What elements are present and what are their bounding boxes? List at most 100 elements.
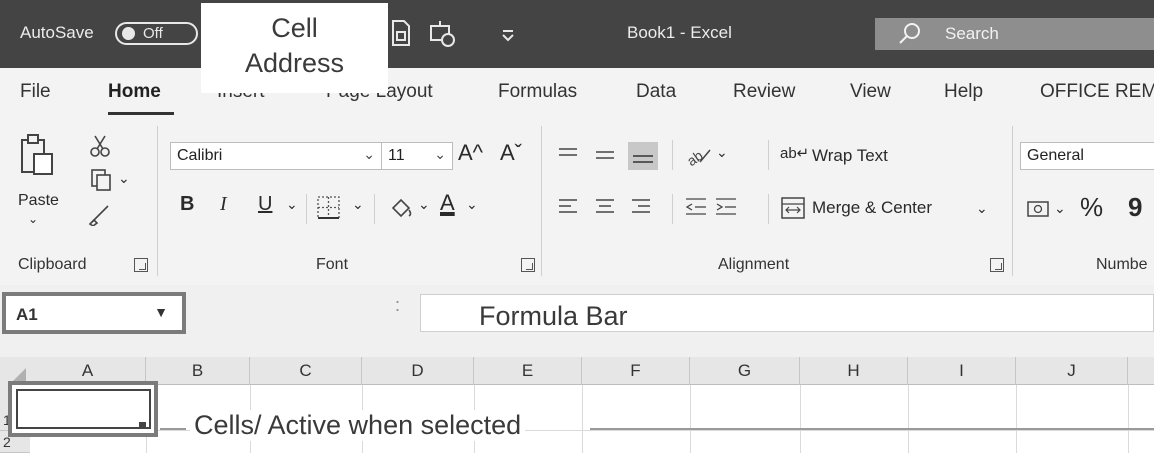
group-divider — [157, 126, 158, 276]
autosave-toggle[interactable]: Off — [115, 22, 198, 45]
font-color-button[interactable]: A — [440, 190, 455, 216]
copy-icon[interactable] — [90, 168, 114, 192]
column-header[interactable]: E — [474, 357, 582, 385]
tab-file[interactable]: File — [20, 81, 51, 103]
search-icon — [899, 23, 920, 44]
column-header[interactable]: D — [362, 357, 474, 385]
orientation-icon[interactable]: ab — [684, 140, 714, 168]
annotation-leader-line — [590, 428, 1154, 430]
paste-dropdown-icon[interactable]: ⌄ — [28, 212, 38, 226]
customize-toolbar-icon[interactable] — [500, 18, 516, 48]
toolbar-divider — [768, 140, 769, 170]
gridline — [690, 385, 691, 453]
toggle-knob — [122, 27, 135, 40]
title-bar: AutoSave Off Book1 - Excel Search — [0, 0, 1154, 68]
font-launcher-icon[interactable] — [521, 258, 535, 272]
font-name-select[interactable]: Calibri ⌄ — [170, 142, 382, 170]
fill-color-dropdown-icon[interactable]: ⌄ — [418, 196, 430, 213]
increase-font-button[interactable]: A^ — [458, 140, 483, 166]
column-header[interactable]: F — [582, 357, 690, 385]
cell-selection-border — [16, 389, 151, 429]
cut-icon[interactable] — [88, 134, 112, 158]
align-center-icon[interactable] — [594, 196, 616, 218]
number-format-value: General — [1027, 147, 1084, 164]
column-header[interactable]: J — [1016, 357, 1128, 385]
align-bottom-button[interactable] — [628, 142, 658, 170]
autosave-state: Off — [143, 25, 163, 42]
alignment-group-label: Alignment — [718, 256, 790, 273]
paste-icon[interactable] — [18, 130, 54, 190]
column-header[interactable]: G — [690, 357, 800, 385]
active-tab-indicator — [108, 112, 174, 115]
font-name-value: Calibri — [177, 147, 223, 164]
toolbar-divider — [374, 194, 375, 224]
fill-handle[interactable] — [139, 422, 146, 429]
wrap-text-button[interactable]: Wrap Text — [812, 146, 888, 166]
tab-view[interactable]: View — [850, 81, 891, 103]
align-bottom-icon — [633, 155, 653, 163]
tab-home[interactable]: Home — [108, 81, 161, 103]
number-format-select[interactable]: General — [1020, 142, 1154, 170]
tab-review[interactable]: Review — [733, 81, 795, 103]
paste-label[interactable]: Paste — [18, 192, 59, 210]
percent-button[interactable]: % — [1080, 192, 1103, 223]
column-header[interactable]: I — [908, 357, 1016, 385]
orientation-dropdown-icon[interactable]: ⌄ — [716, 144, 728, 161]
tab-formulas[interactable]: Formulas — [498, 81, 577, 103]
alignment-launcher-icon[interactable] — [990, 258, 1004, 272]
bold-button[interactable]: B — [180, 193, 194, 216]
name-box-value: A1 — [16, 305, 38, 324]
formula-bar[interactable]: Formula Bar — [420, 294, 1154, 332]
ribbon: Paste ⌄ ⌄ Clipboard Calibri ⌄ 11 ⌄ A^ Aˇ… — [0, 120, 1154, 285]
format-painter-icon[interactable] — [88, 202, 114, 226]
formula-separator-icon: : — [395, 295, 401, 315]
italic-button[interactable]: I — [220, 193, 227, 216]
borders-icon[interactable] — [315, 194, 343, 222]
chevron-down-icon: ⌄ — [363, 146, 375, 162]
align-right-icon[interactable] — [630, 196, 652, 218]
active-cell-a1[interactable] — [8, 381, 158, 437]
wrap-text-icon: ab↵ — [780, 145, 810, 162]
comma-style-button[interactable]: 9 — [1128, 192, 1142, 223]
search-box[interactable]: Search — [875, 18, 1154, 50]
align-top-icon[interactable] — [557, 144, 579, 166]
borders-dropdown-icon[interactable]: ⌄ — [352, 196, 364, 213]
cell-address-annotation: Cell Address — [201, 3, 388, 93]
document-title: Book1 - Excel — [627, 23, 732, 42]
touch-mode-icon[interactable] — [428, 18, 458, 48]
decrease-indent-icon[interactable] — [684, 196, 708, 218]
name-box[interactable]: A1 ▼ — [2, 292, 186, 334]
merge-center-button[interactable]: Merge & Center — [812, 198, 932, 218]
font-color-dropdown-icon[interactable]: ⌄ — [466, 196, 478, 213]
accounting-format-icon[interactable] — [1026, 198, 1052, 220]
clipboard-launcher-icon[interactable] — [134, 258, 148, 272]
tab-data[interactable]: Data — [636, 81, 676, 103]
tab-office-rem[interactable]: OFFICE REM — [1040, 81, 1154, 103]
chevron-down-icon: ▼ — [154, 304, 168, 320]
font-size-select[interactable]: 11 ⌄ — [381, 142, 453, 170]
group-divider — [541, 126, 542, 276]
copy-dropdown-icon[interactable]: ⌄ — [118, 170, 130, 187]
align-middle-icon[interactable] — [594, 144, 616, 166]
column-header[interactable]: C — [250, 357, 362, 385]
group-divider — [1012, 126, 1013, 276]
merge-center-icon[interactable] — [780, 196, 806, 220]
merge-dropdown-icon[interactable]: ⌄ — [976, 200, 988, 217]
gridline — [582, 385, 583, 453]
column-header[interactable]: H — [800, 357, 908, 385]
annotation-leader-line — [160, 428, 186, 430]
align-left-icon[interactable] — [557, 196, 579, 218]
accounting-dropdown-icon[interactable]: ⌄ — [1054, 200, 1066, 217]
tab-help[interactable]: Help — [944, 81, 983, 103]
gridline — [800, 385, 801, 453]
underline-dropdown-icon[interactable]: ⌄ — [286, 196, 298, 213]
underline-button[interactable]: U — [258, 193, 272, 216]
increase-indent-icon[interactable] — [714, 196, 738, 218]
fill-color-icon[interactable] — [387, 194, 415, 222]
column-header-row: A B C D E F G H I J — [0, 357, 1154, 385]
column-header[interactable]: B — [146, 357, 250, 385]
decrease-font-button[interactable]: Aˇ — [500, 140, 522, 166]
clipboard-group-label: Clipboard — [18, 256, 87, 273]
new-file-icon[interactable] — [388, 18, 414, 48]
svg-text:ab: ab — [684, 147, 706, 168]
